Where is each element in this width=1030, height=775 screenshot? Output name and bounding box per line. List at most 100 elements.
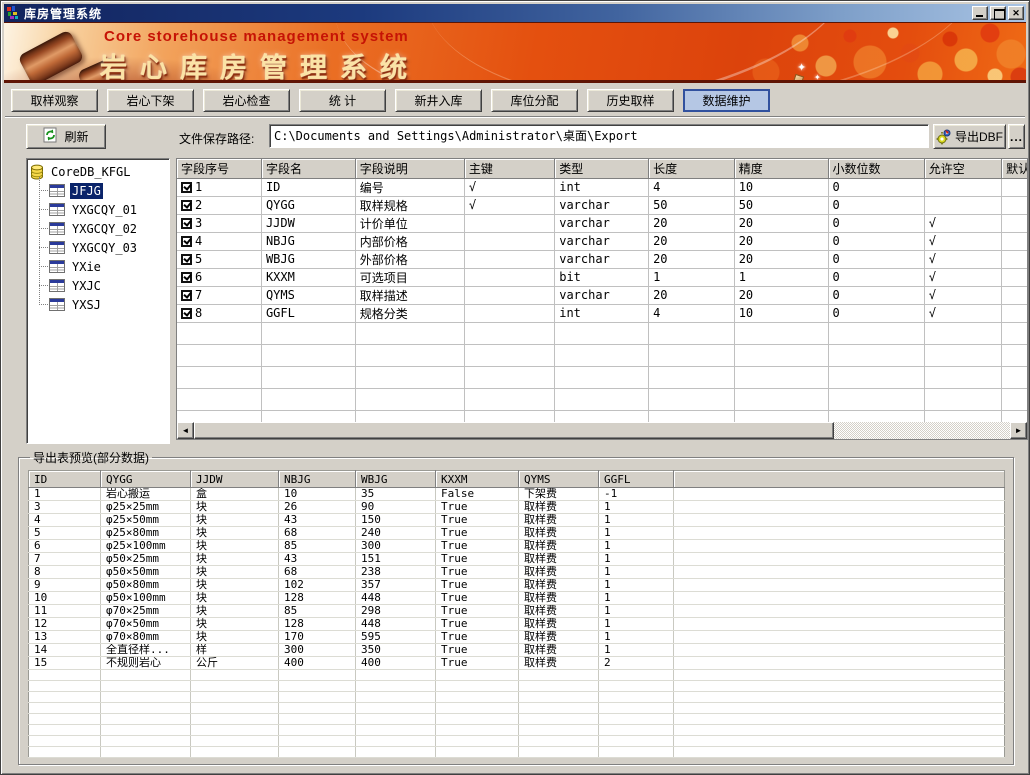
tree-root[interactable]: CoreDB_KFGL: [30, 162, 169, 181]
save-path-input[interactable]: C:\Documents and Settings\Administrator\…: [269, 124, 929, 148]
scroll-right-button[interactable]: ►: [1010, 422, 1027, 439]
preview-row[interactable]: 12φ70×50mm块128448True取样费1: [29, 618, 1005, 631]
preview-row[interactable]: 5φ25×80mm块68240True取样费1: [29, 527, 1005, 540]
preview-row[interactable]: 14全直径样...样300350True取样费1: [29, 644, 1005, 657]
preview-cell: φ70×80mm: [101, 631, 191, 644]
preview-cell: φ70×25mm: [101, 605, 191, 618]
field-grid-header[interactable]: 类型: [555, 159, 649, 178]
export-dbf-button[interactable]: 导出DBF: [933, 124, 1006, 149]
field-grid-cell: √: [924, 304, 1001, 322]
tree-item-YXGCQY_01[interactable]: YXGCQY_01: [30, 200, 169, 219]
preview-row[interactable]: 9φ50×80mm块102357True取样费1: [29, 579, 1005, 592]
preview-header[interactable]: JJDW: [191, 471, 279, 488]
preview-row[interactable]: 1岩心搬运盒1035False下架费-1: [29, 488, 1005, 501]
field-grid-cell: 7: [177, 286, 261, 304]
field-grid-header[interactable]: 字段说明: [355, 159, 464, 178]
row-checkbox[interactable]: [181, 236, 192, 247]
preview-cell: 4: [29, 514, 101, 527]
browse-button[interactable]: ...: [1008, 124, 1025, 149]
field-grid-cell: 50: [734, 196, 828, 214]
tree-item-YXGCQY_03[interactable]: YXGCQY_03: [30, 238, 169, 257]
app-icon: [6, 6, 20, 20]
empty-row: [177, 344, 1028, 366]
preview-cell: [674, 553, 1005, 566]
preview-row[interactable]: 10φ50×100mm块128448True取样费1: [29, 592, 1005, 605]
scrollbar-thumb[interactable]: [194, 422, 834, 439]
tree-item-JFJG[interactable]: JFJG: [30, 181, 169, 200]
refresh-button[interactable]: 刷新: [26, 124, 106, 149]
field-grid-header[interactable]: 字段序号: [177, 159, 261, 178]
preview-cell: 357: [356, 579, 436, 592]
maximize-button[interactable]: [990, 6, 1006, 20]
preview-cell: 1: [599, 605, 674, 618]
preview-cell: True: [436, 592, 519, 605]
field-grid-header[interactable]: 精度: [734, 159, 828, 178]
preview-cell: 块: [191, 553, 279, 566]
field-grid-header[interactable]: 长度: [649, 159, 735, 178]
field-grid-header[interactable]: 字段名: [261, 159, 355, 178]
preview-header[interactable]: GGFL: [599, 471, 674, 488]
toolbar-button-3[interactable]: 岩心检查: [203, 89, 290, 112]
tree-item-YXJC[interactable]: YXJC: [30, 276, 169, 295]
preview-cell: 90: [356, 501, 436, 514]
tree-item-YXie[interactable]: YXie: [30, 257, 169, 276]
field-grid-header[interactable]: 默认值: [1002, 159, 1028, 178]
field-grid-header[interactable]: 小数位数: [828, 159, 924, 178]
minimize-button[interactable]: [972, 6, 988, 20]
preview-row[interactable]: 13φ70×80mm块170595True取样费1: [29, 631, 1005, 644]
preview-cell: 取样费: [519, 540, 599, 553]
preview-row[interactable]: 8φ50×50mm块68238True取样费1: [29, 566, 1005, 579]
preview-row[interactable]: 15不规则岩心公斤400400True取样费2: [29, 657, 1005, 670]
toolbar-button-8[interactable]: 数据维护: [683, 89, 770, 112]
row-checkbox[interactable]: [181, 254, 192, 265]
preview-header[interactable]: NBJG: [279, 471, 356, 488]
tree-item-YXSJ[interactable]: YXSJ: [30, 295, 169, 314]
row-checkbox[interactable]: [181, 272, 192, 283]
row-checkbox[interactable]: [181, 290, 192, 301]
field-grid-cell: 0: [828, 250, 924, 268]
preview-header[interactable]: ID: [29, 471, 101, 488]
empty-row: [29, 692, 1005, 703]
database-tree: CoreDB_KFGLJFJGYXGCQY_01YXGCQY_02YXGCQY_…: [26, 158, 170, 444]
field-grid-cell: 0: [828, 268, 924, 286]
preview-row[interactable]: 4φ25×50mm块43150True取样费1: [29, 514, 1005, 527]
preview-row[interactable]: 11φ70×25mm块85298True取样费1: [29, 605, 1005, 618]
preview-header[interactable]: WBJG: [356, 471, 436, 488]
toolbar-button-5[interactable]: 新井入库: [395, 89, 482, 112]
row-checkbox[interactable]: [181, 218, 192, 229]
refresh-icon: [43, 127, 58, 146]
field-grid-header[interactable]: 允许空: [924, 159, 1001, 178]
scroll-left-button[interactable]: ◄: [177, 422, 194, 439]
preview-cell: 取样费: [519, 657, 599, 670]
preview-row[interactable]: 7φ50×25mm块43151True取样费1: [29, 553, 1005, 566]
row-checkbox[interactable]: [181, 200, 192, 211]
toolbar-button-6[interactable]: 库位分配: [491, 89, 578, 112]
field-grid-row: 3JJDW计价单位varchar20200√2009-4: [177, 214, 1028, 232]
field-grid-cell: [924, 178, 1001, 196]
field-grid-cell: √: [464, 178, 554, 196]
field-grid-header[interactable]: 主键: [464, 159, 554, 178]
toolbar-button-7[interactable]: 历史取样: [587, 89, 674, 112]
close-button[interactable]: ✕: [1008, 6, 1024, 20]
tree-item-label: YXJC: [70, 278, 103, 294]
field-grid-row: 2QYGG取样规格√varchar505002009-4: [177, 196, 1028, 214]
preview-cell: 取样费: [519, 592, 599, 605]
toolbar-button-4[interactable]: 统 计: [299, 89, 386, 112]
toolbar-button-2[interactable]: 岩心下架: [107, 89, 194, 112]
field-grid-cell: 20: [734, 250, 828, 268]
preview-header[interactable]: [674, 471, 1005, 488]
preview-header[interactable]: QYGG: [101, 471, 191, 488]
toolbar-button-1[interactable]: 取样观察: [11, 89, 98, 112]
preview-header[interactable]: KXXM: [436, 471, 519, 488]
row-checkbox[interactable]: [181, 182, 192, 193]
preview-row[interactable]: 6φ25×100mm块85300True取样费1: [29, 540, 1005, 553]
preview-cell: 43: [279, 553, 356, 566]
tree-item-YXGCQY_02[interactable]: YXGCQY_02: [30, 219, 169, 238]
preview-row[interactable]: 3φ25×25mm块2690True取样费1: [29, 501, 1005, 514]
preview-header[interactable]: QYMS: [519, 471, 599, 488]
field-grid-cell: [464, 250, 554, 268]
preview-cell: True: [436, 631, 519, 644]
row-checkbox[interactable]: [181, 308, 192, 319]
preview-cell: 400: [356, 657, 436, 670]
scrollbar-track[interactable]: [834, 422, 1010, 439]
